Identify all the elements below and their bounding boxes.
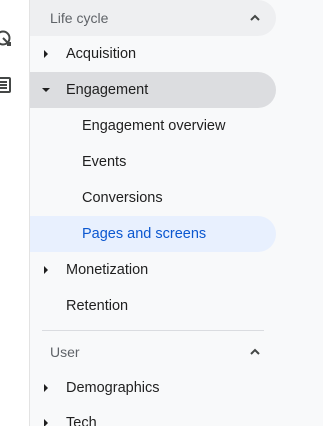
section-header-user[interactable]: User xyxy=(30,334,276,370)
nav-item-tech[interactable]: Tech xyxy=(30,405,276,426)
section-title: User xyxy=(50,344,80,360)
nav-item-label: Acquisition xyxy=(66,46,137,62)
chevron-up-icon[interactable] xyxy=(248,345,262,359)
chevron-up-icon[interactable] xyxy=(248,11,262,25)
explore-icon[interactable] xyxy=(0,29,16,51)
nav-subitem-pages-and-screens[interactable]: Pages and screens xyxy=(30,216,276,252)
nav-item-retention[interactable]: Retention xyxy=(30,288,276,324)
nav-item-label: Events xyxy=(82,154,127,170)
nav-item-label: Monetization xyxy=(66,262,149,278)
caret-right-icon[interactable] xyxy=(42,266,50,274)
icon-rail xyxy=(0,0,30,426)
nav-item-engagement[interactable]: Engagement xyxy=(30,72,276,108)
section-divider xyxy=(42,330,264,331)
nav-subitem-conversions[interactable]: Conversions xyxy=(30,180,276,216)
nav-item-demographics[interactable]: Demographics xyxy=(30,370,276,406)
nav-panel: Life cycle Acquisition Engagement Engage… xyxy=(30,0,323,426)
nav-item-label: Tech xyxy=(66,415,97,426)
nav-item-label: Conversions xyxy=(82,190,163,206)
nav-item-label: Demographics xyxy=(66,380,160,396)
caret-right-icon[interactable] xyxy=(42,50,50,58)
nav-item-label: Pages and screens xyxy=(82,226,207,242)
section-header-lifecycle[interactable]: Life cycle xyxy=(30,0,276,36)
nav-subitem-engagement-overview[interactable]: Engagement overview xyxy=(30,108,276,144)
reports-list-icon[interactable] xyxy=(0,74,16,96)
section-title: Life cycle xyxy=(50,10,109,26)
nav-item-monetization[interactable]: Monetization xyxy=(30,252,276,288)
caret-right-icon[interactable] xyxy=(42,384,50,392)
nav-item-acquisition[interactable]: Acquisition xyxy=(30,36,276,72)
nav-subitem-events[interactable]: Events xyxy=(30,144,276,180)
nav-item-label: Retention xyxy=(66,298,129,314)
caret-down-icon[interactable] xyxy=(42,86,50,94)
caret-right-icon[interactable] xyxy=(42,419,50,426)
nav-item-label: Engagement overview xyxy=(82,118,226,134)
nav-item-label: Engagement xyxy=(66,82,149,98)
reports-navigation: Life cycle Acquisition Engagement Engage… xyxy=(0,0,323,426)
